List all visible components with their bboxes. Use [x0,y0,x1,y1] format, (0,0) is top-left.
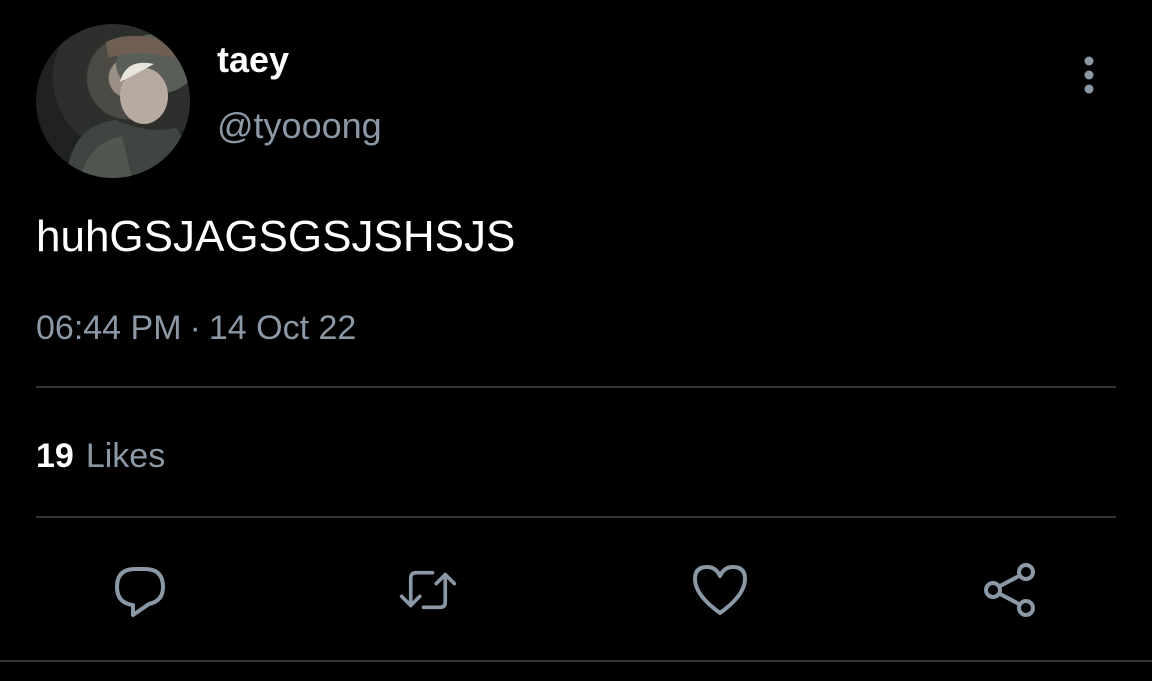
tweet-time: 06:44 PM [36,309,182,347]
meta-separator: · [189,309,201,347]
avatar-photo [66,34,190,178]
retweet-icon [399,570,457,610]
likes-count: 19 [36,437,74,475]
more-vertical-icon [1084,56,1094,94]
user-handle[interactable]: @tyooong [217,106,382,146]
divider [36,386,1116,388]
like-button[interactable] [690,560,750,620]
heart-icon [693,565,747,615]
tweet-date: 14 Oct 22 [208,309,357,347]
reply-icon [115,567,165,617]
more-options-button[interactable] [1070,52,1108,98]
likes-stat[interactable]: 19 Likes [36,436,165,476]
tweet-text: huhGSJAGSGSJSHSJS [36,212,516,261]
avatar[interactable] [36,24,190,178]
tweet-detail: taey @tyooong huhGSJAGSGSJSHSJS 06:44 PM… [0,0,1152,681]
tweet-timestamp[interactable]: 06:44 PM · 14 Oct 22 [36,308,356,348]
share-button[interactable] [980,560,1040,620]
display-name[interactable]: taey [217,40,289,80]
divider [0,660,1152,662]
reply-button[interactable] [110,560,170,620]
share-icon [984,563,1035,617]
likes-label: Likes [85,437,166,475]
divider [36,516,1116,518]
retweet-button[interactable] [398,560,458,620]
